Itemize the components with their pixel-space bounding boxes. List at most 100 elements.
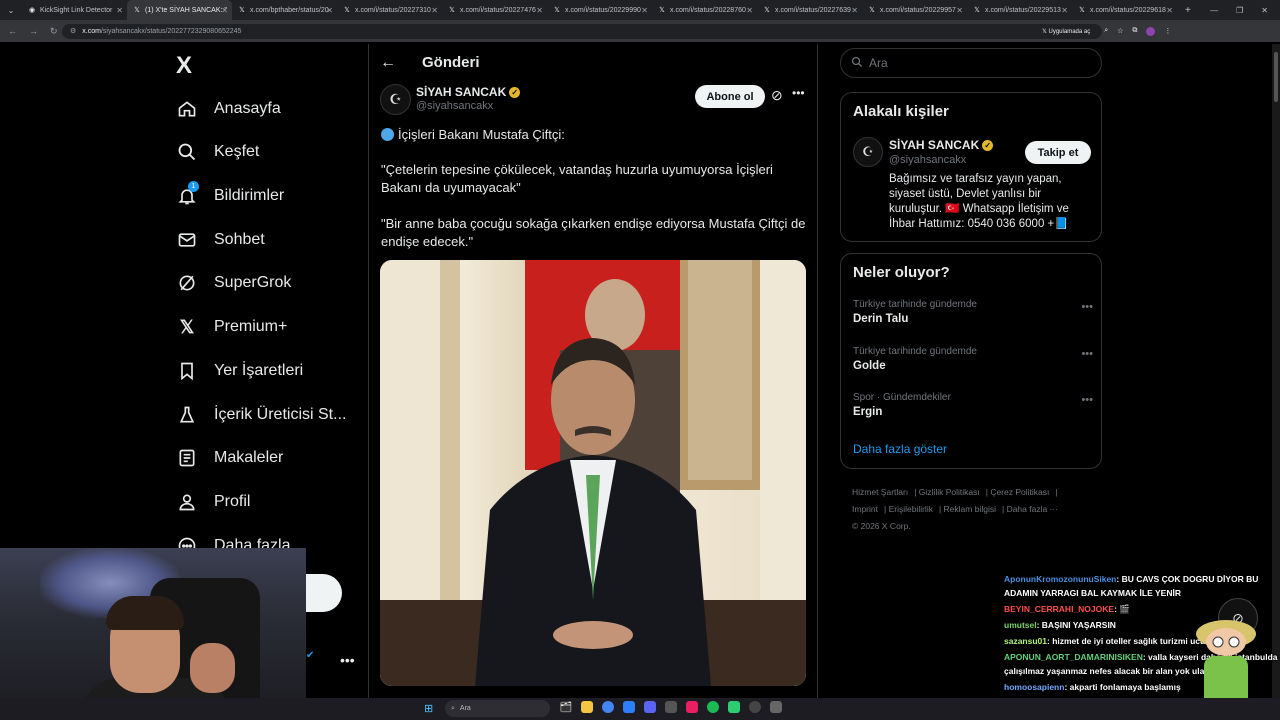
browser-tab[interactable]: 𝕏x.com/i/status/20228760 ✕ bbox=[652, 0, 757, 20]
footer-link[interactable]: Erişilebilirlik bbox=[889, 504, 933, 514]
spotify-icon[interactable] bbox=[707, 701, 719, 713]
footer-link[interactable]: Imprint bbox=[852, 504, 878, 514]
taskbar-search[interactable]: ⌕ Ara bbox=[445, 700, 550, 717]
trend-item[interactable]: Türkiye tarihinde gündemde Golde ••• bbox=[853, 346, 1093, 372]
close-tab-icon[interactable]: ✕ bbox=[956, 6, 963, 15]
follow-button[interactable]: Takip et bbox=[1025, 141, 1091, 164]
home-icon bbox=[176, 98, 198, 120]
author-name[interactable]: SİYAH SANCAK ✓ bbox=[416, 85, 521, 99]
menu-icon[interactable]: ⋮ bbox=[1164, 27, 1171, 35]
scrollbar-thumb[interactable] bbox=[1274, 52, 1278, 102]
back-icon[interactable]: ← bbox=[8, 26, 17, 37]
trend-more-icon[interactable]: ••• bbox=[1081, 394, 1093, 406]
search-icon bbox=[851, 56, 863, 71]
close-window-icon[interactable]: ✕ bbox=[1261, 6, 1268, 15]
footer-link[interactable]: Reklam bilgisi bbox=[944, 504, 996, 514]
related-handle[interactable]: @siyahsancakx bbox=[889, 154, 966, 166]
footer-link[interactable]: Gizlilik Politikası bbox=[919, 487, 980, 497]
browser-tab[interactable]: 𝕏x.com/i/status/20227639 ✕ bbox=[757, 0, 862, 20]
notification-badge: 1 bbox=[188, 181, 199, 192]
nav-item-explore[interactable]: Keşfet bbox=[176, 140, 259, 164]
x-logo[interactable]: X bbox=[176, 52, 192, 80]
profile-avatar[interactable] bbox=[1146, 26, 1156, 36]
related-name[interactable]: SİYAH SANCAK ✓ bbox=[889, 138, 994, 152]
x-favicon-icon: 𝕏 bbox=[344, 7, 350, 14]
trend-item[interactable]: Türkiye tarihinde gündemde Derin Talu ••… bbox=[853, 299, 1093, 325]
obs-icon[interactable] bbox=[749, 701, 761, 713]
close-tab-icon[interactable]: ✕ bbox=[1166, 6, 1173, 15]
close-tab-icon[interactable]: ✕ bbox=[326, 6, 333, 15]
nav-item-premium[interactable]: 𝕏 Premium+ bbox=[176, 315, 288, 339]
nav-item-articles[interactable]: Makaleler bbox=[176, 446, 283, 470]
forward-icon[interactable]: → bbox=[29, 26, 38, 37]
x-favicon-icon: 𝕏 bbox=[239, 7, 245, 14]
nav-item-supergrok[interactable]: SuperGrok bbox=[176, 271, 291, 295]
browser-tab[interactable]: 𝕏x.com/i/status/20229957 ✕ bbox=[862, 0, 967, 20]
show-more-link[interactable]: Daha fazla göster bbox=[853, 442, 947, 456]
author-handle[interactable]: @siyahsancakx bbox=[416, 100, 493, 112]
account-more-icon[interactable]: ••• bbox=[340, 652, 355, 668]
app-icon[interactable] bbox=[728, 701, 740, 713]
close-tab-icon[interactable]: ✕ bbox=[1061, 6, 1068, 15]
trend-more-icon[interactable]: ••• bbox=[1081, 348, 1093, 360]
close-tab-icon[interactable]: ✕ bbox=[116, 6, 123, 15]
nav-item-home[interactable]: Anasayfa bbox=[176, 97, 281, 121]
subscribe-button[interactable]: Abone ol bbox=[695, 85, 765, 108]
site-info-icon[interactable]: ⚙ bbox=[70, 27, 76, 35]
trend-more-icon[interactable]: ••• bbox=[1081, 301, 1093, 313]
folder-icon[interactable] bbox=[581, 701, 593, 713]
footer-link[interactable]: Çerez Politikası bbox=[990, 487, 1049, 497]
browser-tab[interactable]: 𝕏x.com/i/status/20227310 ✕ bbox=[337, 0, 442, 20]
extensions-icon[interactable]: ⧉ bbox=[1132, 27, 1137, 35]
app-icon[interactable] bbox=[686, 701, 698, 713]
nav-item-creator-studio[interactable]: İçerik Üreticisi St... bbox=[176, 403, 346, 427]
close-tab-icon[interactable]: ✕ bbox=[746, 6, 753, 15]
grok-explain-icon[interactable]: ⊘ bbox=[771, 87, 783, 104]
search-input[interactable]: Ara bbox=[840, 48, 1102, 78]
copyright: © 2026 X Corp. bbox=[852, 521, 911, 531]
trends-card: Neler oluyor? Türkiye tarihinde gündemde… bbox=[840, 253, 1102, 469]
close-tab-icon[interactable]: ✕ bbox=[431, 6, 438, 15]
minimize-icon[interactable]: — bbox=[1210, 6, 1218, 15]
browser-tab[interactable]: 𝕏x.com/i/status/20229618 ✕ bbox=[1072, 0, 1177, 20]
footer-link[interactable]: Hizmet Şartları bbox=[852, 487, 908, 497]
restore-icon[interactable]: ❐ bbox=[1236, 6, 1243, 15]
new-tab-icon[interactable]: + bbox=[1177, 5, 1191, 16]
nav-item-profile[interactable]: Profil bbox=[176, 490, 250, 514]
related-avatar[interactable]: ☪ bbox=[853, 137, 883, 167]
close-tab-icon[interactable]: ✕ bbox=[641, 6, 648, 15]
app-icon[interactable] bbox=[665, 701, 677, 713]
bookmark-star-icon[interactable]: ☆ bbox=[1117, 27, 1123, 35]
browser-tab[interactable]: 𝕏x.com/bpthaber/status/20 ✕ bbox=[232, 0, 337, 20]
footer-link[interactable]: Daha fazla ··· bbox=[1007, 504, 1059, 514]
post-image[interactable] bbox=[380, 260, 806, 686]
close-tab-icon[interactable]: ✕ bbox=[221, 6, 228, 15]
close-tab-icon[interactable]: ✕ bbox=[536, 6, 543, 15]
author-avatar[interactable]: ☪ bbox=[380, 84, 411, 115]
x-favicon-icon: 𝕏 bbox=[134, 7, 140, 14]
app-icon[interactable] bbox=[770, 701, 782, 713]
chrome-icon[interactable] bbox=[602, 701, 614, 713]
browser-tab[interactable]: ◉ KickSight Link Detector ✕ bbox=[22, 0, 127, 20]
reload-icon[interactable]: ↻ bbox=[50, 26, 58, 37]
browser-tab[interactable]: 𝕏x.com/i/status/20229990 ✕ bbox=[547, 0, 652, 20]
trend-item[interactable]: Spor · Gündemdekiler Ergin ••• bbox=[853, 392, 1093, 418]
back-arrow-icon[interactable]: ← bbox=[380, 54, 396, 72]
browser-tab-active[interactable]: 𝕏 (1) X'te SİYAH SANCAK: " ✕ bbox=[127, 0, 232, 20]
app-icon[interactable] bbox=[623, 701, 635, 713]
url-input[interactable]: ⚙ x.com/siyahsancakx/status/202277232908… bbox=[62, 23, 1102, 39]
nav-item-bookmarks[interactable]: Yer İşaretleri bbox=[176, 359, 303, 383]
discord-icon[interactable] bbox=[644, 701, 656, 713]
explorer-icon[interactable]: 🗂 bbox=[560, 701, 572, 713]
windows-start-icon[interactable]: ⊞ bbox=[424, 702, 433, 715]
post-more-icon[interactable]: ••• bbox=[792, 86, 805, 100]
tab-search-icon[interactable]: ⌄ bbox=[0, 6, 22, 15]
close-tab-icon[interactable]: ✕ bbox=[851, 6, 858, 15]
browser-tab[interactable]: 𝕏x.com/i/status/20229513 ✕ bbox=[967, 0, 1072, 20]
browser-tab[interactable]: 𝕏x.com/i/status/20227476 ✕ bbox=[442, 0, 547, 20]
zoom-icon[interactable]: ⌕ bbox=[1104, 27, 1108, 35]
open-in-app-button[interactable]: 𝕏 Uygulamada aç bbox=[1037, 25, 1096, 37]
nav-item-chat[interactable]: Sohbet bbox=[176, 228, 265, 252]
nav-item-notifications[interactable]: 1 Bildirimler bbox=[176, 181, 284, 208]
x-favicon-icon: 𝕏 bbox=[659, 7, 665, 14]
